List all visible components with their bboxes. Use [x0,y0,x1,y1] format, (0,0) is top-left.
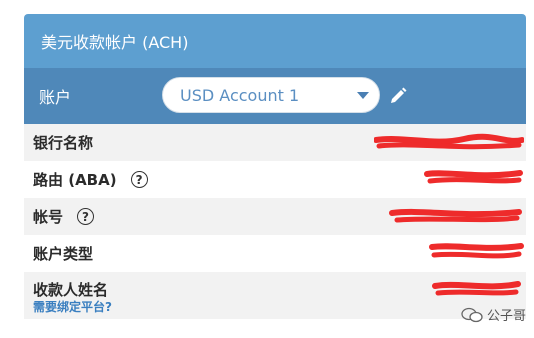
watermark: 公子哥 [461,305,526,324]
account-label: 账户 [39,88,72,107]
row-bank-name: 银行名称 [24,124,526,161]
row-recipient-name: 收款人姓名 需要绑定平台? [24,272,526,319]
account-select[interactable]: USD Account 1 [162,77,380,113]
chevron-down-icon [357,92,369,99]
redaction-scribble [424,170,523,184]
redaction-scribble [374,133,524,150]
redaction-scribble [429,243,524,259]
ach-account-card: 美元收款帐户 (ACH) 账户 USD Account 1 银行名称 路由 (A… [24,14,526,338]
bind-platform-link[interactable]: 需要绑定平台? [33,298,112,315]
row-routing-aba: 路由 (ABA) ? [24,161,526,198]
row-account-number: 帐号 ? [24,198,526,235]
pencil-icon[interactable] [388,86,408,106]
row-label: 收款人姓名 [33,281,109,299]
row-label: 帐号 [33,208,64,226]
wechat-icon [461,307,483,322]
row-label: 路由 (ABA) [33,171,117,189]
account-selector-bar: 账户 USD Account 1 [24,68,526,124]
question-circle-icon[interactable]: ? [77,208,95,225]
card-title: 美元收款帐户 (ACH) [41,33,189,52]
row-label: 账户类型 [33,245,94,263]
account-select-value: USD Account 1 [180,85,300,105]
watermark-text: 公子哥 [486,309,526,324]
row-label: 银行名称 [33,134,94,152]
redaction-scribble [389,208,522,223]
card-header: 美元收款帐户 (ACH) [24,14,526,68]
question-circle-icon[interactable]: ? [130,171,148,188]
row-account-type: 账户类型 [24,235,526,272]
